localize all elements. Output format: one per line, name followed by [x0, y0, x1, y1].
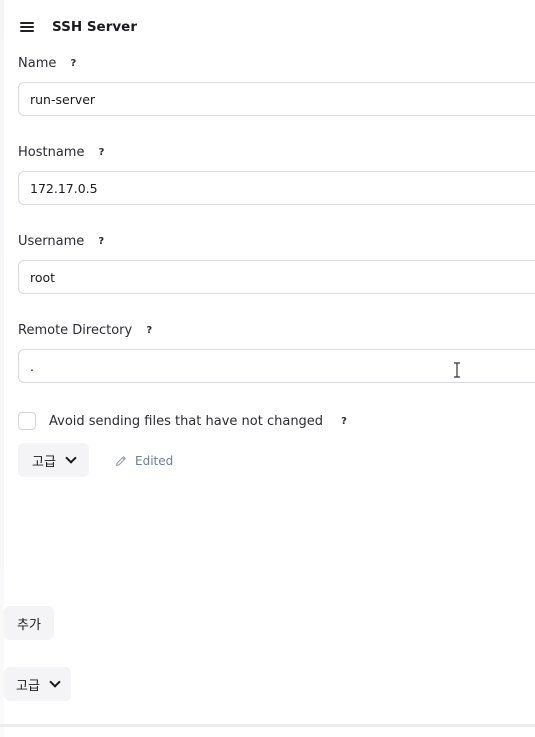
- name-help-icon[interactable]: ?: [64, 54, 82, 72]
- hostname-label: Hostname: [18, 144, 85, 160]
- chevron-down-icon: [49, 676, 61, 688]
- hostname-help-icon[interactable]: ?: [92, 143, 110, 161]
- username-input[interactable]: [18, 260, 535, 294]
- name-label: Name: [18, 55, 57, 71]
- avoid-sending-help-icon[interactable]: ?: [335, 412, 353, 430]
- username-help-icon[interactable]: ?: [92, 232, 110, 250]
- avoid-sending-row: Avoid sending files that have not change…: [18, 410, 353, 432]
- remote-directory-label: Remote Directory: [18, 322, 133, 338]
- bottom-divider: [0, 724, 535, 727]
- username-label: Username: [18, 233, 85, 249]
- add-button-label: 추가: [17, 617, 41, 633]
- add-button[interactable]: 추가: [4, 606, 54, 640]
- name-input[interactable]: [18, 82, 535, 116]
- name-label-row: Name ?: [18, 54, 82, 72]
- hostname-input[interactable]: [18, 171, 535, 205]
- ssh-server-header: SSH Server: [20, 18, 137, 36]
- chevron-down-icon: [65, 452, 77, 464]
- text-cursor-icon: [454, 362, 460, 378]
- hostname-label-row: Hostname ?: [18, 143, 110, 161]
- edited-label: Edited: [135, 454, 174, 468]
- pencil-icon: [116, 456, 126, 466]
- remote-directory-help-icon[interactable]: ?: [140, 321, 158, 339]
- avoid-sending-label: Avoid sending files that have not change…: [49, 413, 324, 429]
- avoid-sending-checkbox[interactable]: [18, 412, 36, 430]
- edited-indicator: Edited: [115, 452, 173, 470]
- remote-directory-label-row: Remote Directory ?: [18, 321, 158, 339]
- advanced-button[interactable]: 고급: [18, 443, 89, 477]
- advanced-button-label: 고급: [32, 454, 56, 470]
- username-label-row: Username ?: [18, 232, 110, 250]
- hamburger-drag-icon[interactable]: [20, 22, 34, 32]
- outer-advanced-button[interactable]: 고급: [4, 667, 71, 701]
- outer-advanced-button-label: 고급: [16, 678, 40, 694]
- section-title: SSH Server: [52, 19, 137, 35]
